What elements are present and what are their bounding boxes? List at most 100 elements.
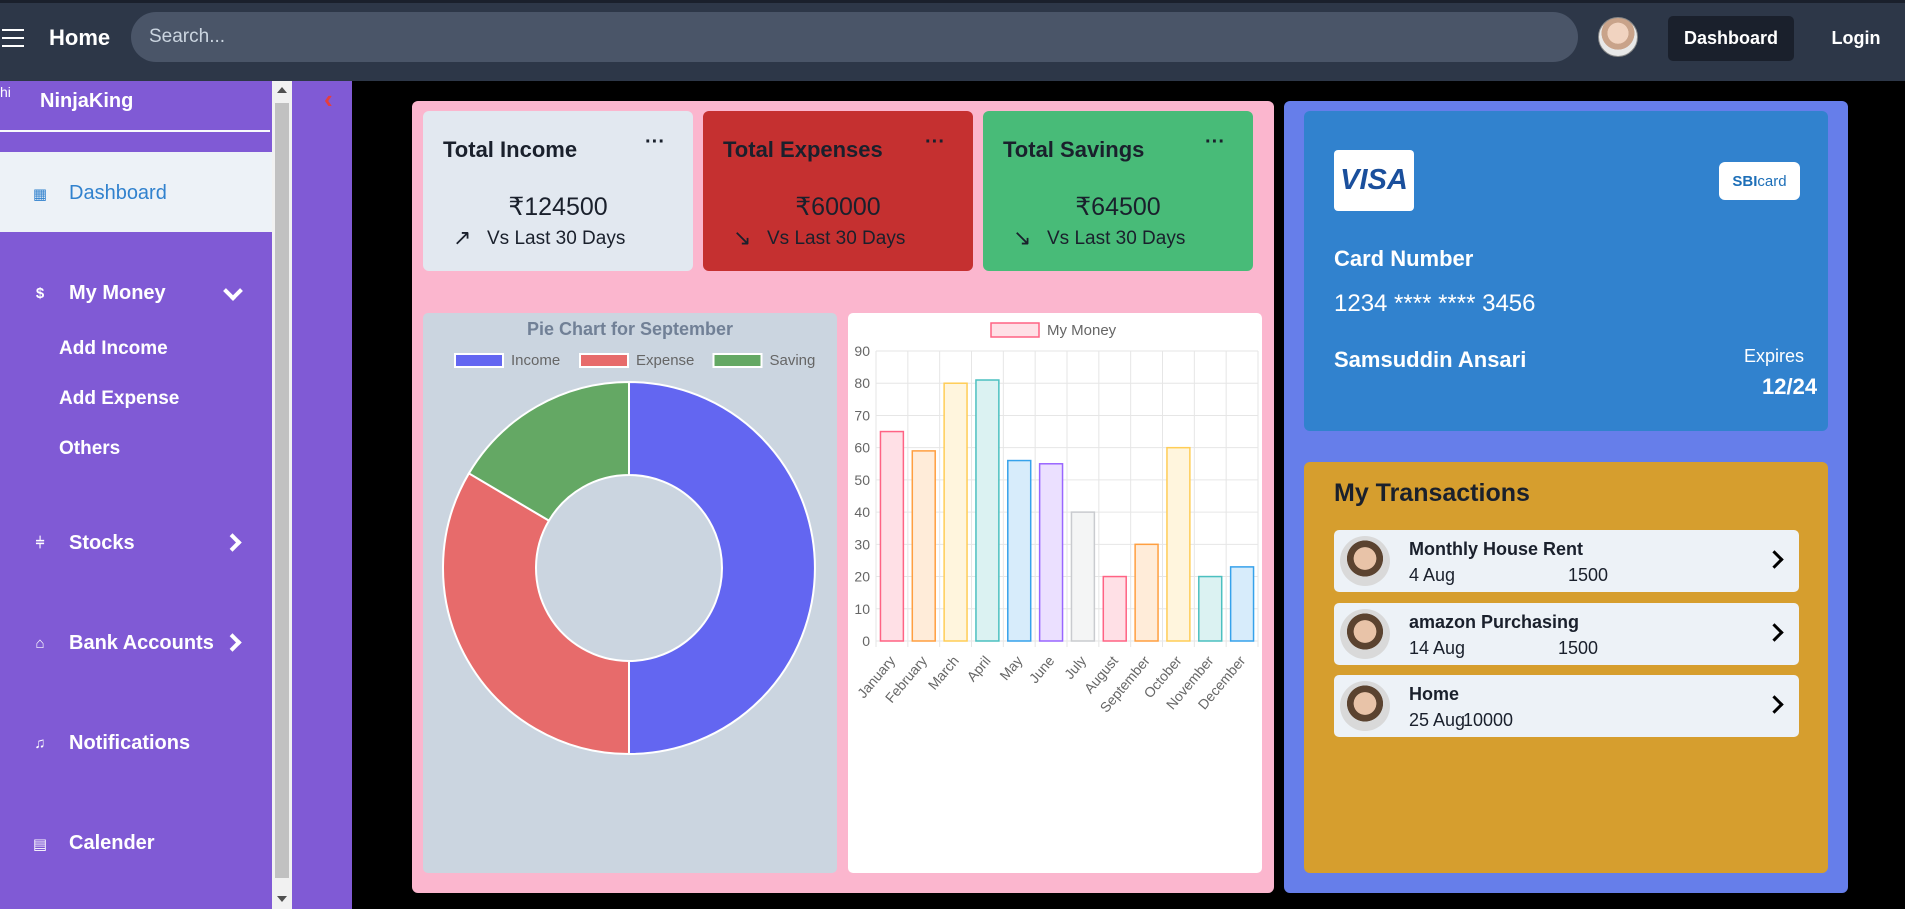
bar xyxy=(1134,543,1159,642)
sidebar-item-label: Calender xyxy=(69,832,155,854)
calendar-icon: ▤ xyxy=(32,835,48,853)
pie-legend-label: Expense xyxy=(636,352,694,369)
chevron-right-icon[interactable] xyxy=(1765,623,1784,642)
bank-icon: ⌂ xyxy=(35,635,45,652)
y-tick-label: 80 xyxy=(854,375,870,391)
stat-compare: Vs Last 30 Days xyxy=(767,228,906,249)
sidebar-subitem-others[interactable]: Others xyxy=(59,438,120,460)
y-tick-label: 70 xyxy=(854,407,870,423)
y-tick-label: 50 xyxy=(854,472,870,488)
bar-legend-swatch xyxy=(990,322,1040,338)
bar xyxy=(943,382,968,642)
trend-up-icon: ↗ xyxy=(453,225,472,250)
sidebar-divider xyxy=(0,130,270,132)
sidebar-subitem-add-income[interactable]: Add Income xyxy=(59,338,168,360)
logo-broken-image: hi xyxy=(0,84,11,100)
pie-legend-label: Income xyxy=(511,352,560,369)
user-avatar[interactable] xyxy=(1598,17,1638,57)
transaction-date: 25 Aug xyxy=(1409,710,1466,730)
transaction-item[interactable]: Home 25 Aug 10000 xyxy=(1334,675,1799,737)
grid-icon: ▦ xyxy=(32,185,48,203)
expires-value: 12/24 xyxy=(1762,374,1818,399)
pie-legend-swatch xyxy=(712,353,763,368)
transaction-amount: 1500 xyxy=(1558,638,1599,658)
stat-compare: Vs Last 30 Days xyxy=(1047,228,1186,249)
scroll-up-icon[interactable] xyxy=(277,87,287,93)
bar xyxy=(1102,575,1127,642)
sidebar-item-stocks[interactable]: ⫩ Stocks xyxy=(36,532,135,555)
avatar xyxy=(1340,536,1390,586)
chevron-right-icon[interactable] xyxy=(1765,550,1784,569)
y-tick-label: 20 xyxy=(854,569,870,585)
bar xyxy=(1229,566,1255,642)
stat-value: ₹124500 xyxy=(508,193,608,221)
more-options-icon[interactable]: ··· xyxy=(925,131,945,154)
pie-chart: Pie Chart for September Income Expense Savi… xyxy=(442,319,816,756)
dashboard-button[interactable]: Dashboard xyxy=(1668,16,1794,61)
bar-legend-label: My Money xyxy=(1047,322,1117,339)
bar xyxy=(911,450,936,642)
chevron-right-icon[interactable] xyxy=(1765,695,1784,714)
avatar xyxy=(1340,681,1390,731)
trend-down-icon: ↘ xyxy=(733,225,752,250)
pie-legend-swatch xyxy=(579,353,629,368)
x-tick-label: May xyxy=(996,653,1025,684)
transaction-amount: 1500 xyxy=(1568,565,1609,585)
sidebar-item-notifications[interactable]: ♫ Notifications xyxy=(34,732,190,755)
avatar xyxy=(1340,609,1390,659)
transactions-title: My Transactions xyxy=(1334,479,1530,507)
y-tick-label: 40 xyxy=(854,504,870,520)
x-tick-label: July xyxy=(1061,653,1089,682)
stat-title: Total Expenses xyxy=(723,137,883,162)
sbi-logo-suffix: card xyxy=(1757,172,1787,190)
scrollbar-thumb[interactable] xyxy=(275,103,289,878)
scroll-down-icon[interactable] xyxy=(277,896,287,902)
more-options-icon[interactable]: ··· xyxy=(645,131,665,154)
card-number: 1234 **** **** 3456 xyxy=(1334,290,1536,317)
stat-card-expenses: Total Expenses ··· ₹60000 ↘ Vs Last 30 D… xyxy=(703,111,973,271)
bar xyxy=(879,430,905,642)
stat-card-savings: Total Savings ··· ₹64500 ↘ Vs Last 30 Da… xyxy=(983,111,1253,271)
sidebar-item-label: My Money xyxy=(69,282,166,304)
visa-logo: VISA xyxy=(1334,150,1414,211)
dollar-icon: $ xyxy=(35,285,45,302)
sidebar-item-bank-accounts[interactable]: ⌂ Bank Accounts xyxy=(35,632,213,655)
card-number-label: Card Number xyxy=(1334,246,1474,271)
sbi-card-logo: SBI card xyxy=(1719,162,1800,200)
stat-card-income: Total Income ··· ₹124500 ↗ Vs Last 30 Da… xyxy=(423,111,693,271)
login-button[interactable]: Login xyxy=(1815,16,1897,61)
transaction-item[interactable]: Monthly House Rent 4 Aug 1500 xyxy=(1334,530,1799,592)
y-tick-label: 90 xyxy=(854,343,870,359)
bar xyxy=(1070,511,1096,642)
more-options-icon[interactable]: ··· xyxy=(1205,131,1225,154)
sidebar-item-my-money[interactable]: $ My Money xyxy=(36,282,166,305)
top-navbar: Home Dashboard Login xyxy=(0,0,1905,81)
transaction-amount: 10000 xyxy=(1463,710,1514,730)
x-tick-label: March xyxy=(925,653,962,693)
sidebar-item-dashboard[interactable]: ▦ Dashboard xyxy=(33,182,167,205)
sidebar-item-calender[interactable]: ▤ Calender xyxy=(33,832,155,855)
brand-home-link[interactable]: Home xyxy=(49,25,110,51)
collapse-sidebar-icon[interactable]: ‹ xyxy=(324,84,333,115)
y-tick-label: 60 xyxy=(854,440,870,456)
stat-compare: Vs Last 30 Days xyxy=(487,228,626,249)
y-tick-label: 10 xyxy=(854,601,870,617)
pie-slice xyxy=(442,471,630,756)
bar-chart-container: My Money 0 10 20 30 40 50 60 70 80 90 January Februa… xyxy=(848,313,1262,873)
trend-down-icon: ↘ xyxy=(1013,225,1032,250)
y-tick-label: 0 xyxy=(862,633,870,649)
hamburger-menu-icon[interactable] xyxy=(2,29,24,47)
sidebar-username: NinjaKing xyxy=(40,90,134,112)
expires-label: Expires xyxy=(1744,346,1805,366)
sidebar-scrollbar[interactable] xyxy=(272,81,292,909)
transaction-date: 4 Aug xyxy=(1409,565,1456,585)
candlestick-icon: ⫩ xyxy=(35,535,45,552)
sidebar-toggle-strip xyxy=(292,81,352,909)
transactions-panel xyxy=(1304,462,1828,873)
sidebar-subitem-add-expense[interactable]: Add Expense xyxy=(59,388,179,410)
transaction-name: Home xyxy=(1409,684,1460,704)
pie-slice xyxy=(628,380,816,756)
transaction-item[interactable]: amazon Purchasing 14 Aug 1500 xyxy=(1334,603,1799,665)
search-input[interactable] xyxy=(131,12,1578,62)
y-tick-label: 30 xyxy=(854,536,870,552)
